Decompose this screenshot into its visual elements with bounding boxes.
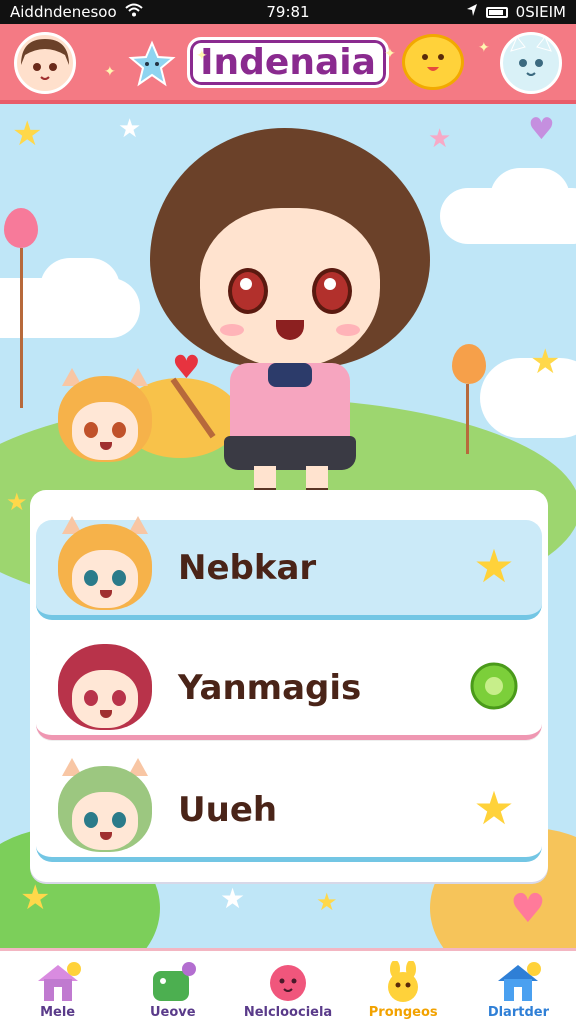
star-icon: ★ [118,114,142,144]
blob-icon [264,961,312,1003]
character-avatar [58,644,152,754]
heart-icon: ♥ [510,886,546,932]
nav-label: Dlartder [487,1005,549,1020]
heart-icon: ♥ [528,112,555,147]
list-item[interactable]: Yanmagis [36,640,542,740]
star-icon: ★ [473,781,515,835]
star-icon: ★ [316,888,338,916]
blue-house-icon [494,961,542,1003]
sparkle-icon: ✦ [104,64,116,80]
house-icon [34,961,82,1003]
character-avatar [58,758,152,876]
clover-icon [466,658,522,714]
heart-wand-icon: ♥ [172,348,201,386]
list-item[interactable]: Nebkar ★ [36,516,542,620]
cloud-decoration [480,358,576,438]
app-title: Indenaia [187,36,389,88]
nav-item-ueove[interactable]: Ueove [115,951,230,1024]
character-scene: ★ ★ ★ ♥ ★ ★ ★ ★ ♥ ★ ♥ Nebkar ★ Yanmagis … [0,108,576,948]
bottom-nav: Mele Ueove Nelcloociela Prongeos Dlartde… [0,948,576,1024]
balloon-icon [4,208,38,248]
character-name: Nebkar [178,547,317,588]
cloud-decoration [40,258,120,318]
cloud-decoration [490,168,570,228]
character-name: Yanmagis [178,667,362,708]
battery-icon [485,6,508,18]
star-icon: ★ [20,878,51,918]
nav-item-mele[interactable]: Mele [0,951,115,1024]
list-item[interactable]: Uueh ★ [36,758,542,862]
star-icon: ★ [6,488,28,516]
yellow-mascot-icon [402,34,464,90]
nav-label: Nelcloociela [243,1005,333,1020]
app-header: ✦ ✦ Indenaia ✦ ✦ [0,24,576,104]
status-bar: Aiddndenesoo 79:81 0SIEIM [0,0,576,24]
character-avatar [58,516,152,634]
balloon-icon [452,344,486,384]
star-icon: ★ [12,114,43,154]
sparkle-icon: ✦ [196,48,208,64]
nav-label: Mele [40,1005,76,1020]
cat-mascot-icon [500,32,562,94]
star-icon: ★ [428,124,452,154]
sparkle-icon: ✦ [478,40,490,56]
nav-label: Ueove [150,1005,196,1020]
nav-label: Prongeos [368,1005,438,1020]
nav-item-prongeos[interactable]: Prongeos [346,951,461,1024]
bow-icon [268,363,312,387]
sparkle-icon: ✦ [384,46,396,62]
star-icon: ★ [530,342,561,382]
dino-icon [149,961,197,1003]
star-icon [128,40,176,92]
hero-character: ♥ [150,118,430,498]
star-icon: ★ [473,539,515,593]
star-icon: ★ [220,882,246,915]
character-list: Nebkar ★ Yanmagis Uueh ★ [30,490,548,882]
nav-item-dlartder[interactable]: Dlartder [461,951,576,1024]
character-name: Uueh [178,789,278,830]
bunny-icon [379,960,427,1003]
side-character [58,368,152,486]
profile-avatar[interactable] [14,32,76,94]
nav-item-nelcloociela[interactable]: Nelcloociela [230,951,345,1024]
